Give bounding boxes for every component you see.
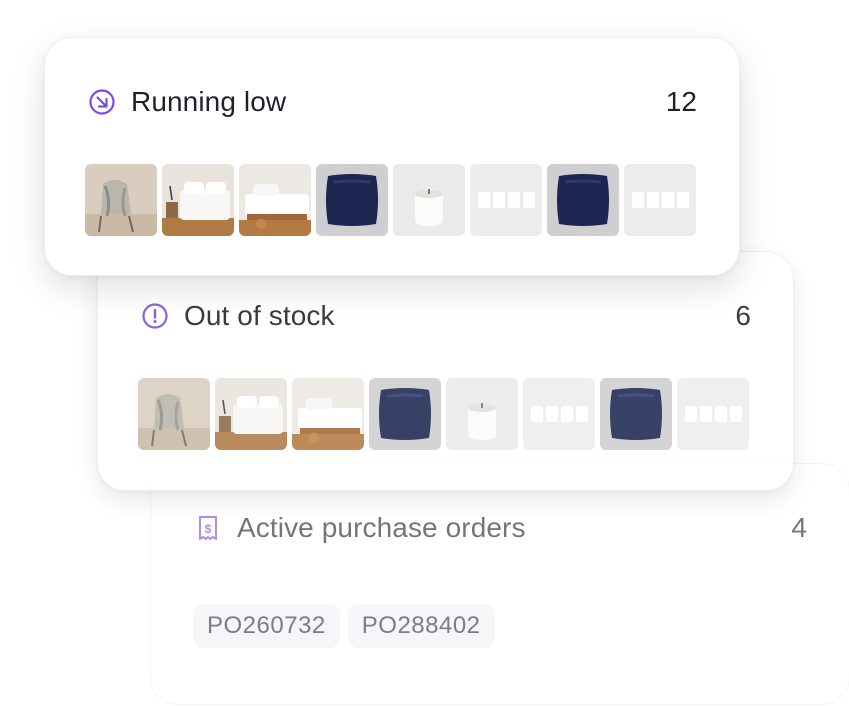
purchase-order-list: PO260732 PO288402 xyxy=(193,604,503,648)
active-purchase-orders-card[interactable]: $ Active purchase orders 4 PO260732 PO28… xyxy=(150,463,849,705)
product-thumb-white-bedding-nightstand[interactable] xyxy=(215,378,287,450)
product-thumb-candle-set[interactable] xyxy=(624,164,696,236)
card-count: 4 xyxy=(791,512,807,543)
card-title: Active purchase orders xyxy=(237,512,526,543)
product-thumb-candle-set[interactable] xyxy=(677,378,749,450)
card-header: Running low 12 xyxy=(87,84,697,120)
product-thumb-white-bed-wooden-frame[interactable] xyxy=(292,378,364,450)
product-thumb-white-bedding-nightstand[interactable] xyxy=(162,164,234,236)
product-thumb-candle-set[interactable] xyxy=(470,164,542,236)
card-title: Running low xyxy=(131,86,287,117)
inventory-cards-stack: $ Active purchase orders 4 PO260732 PO28… xyxy=(0,0,849,706)
svg-text:$: $ xyxy=(205,522,212,536)
product-thumb-white-candle[interactable] xyxy=(393,164,465,236)
product-thumbnails xyxy=(138,378,754,450)
product-thumb-navy-velvet-pillow[interactable] xyxy=(369,378,441,450)
product-thumb-navy-velvet-pillow[interactable] xyxy=(547,164,619,236)
exclamation-circle-icon xyxy=(140,301,170,331)
card-header: Out of stock 6 xyxy=(140,298,751,334)
out-of-stock-card[interactable]: Out of stock 6 xyxy=(97,251,794,491)
purchase-order-chip[interactable]: PO288402 xyxy=(347,604,495,648)
product-thumb-candle-set[interactable] xyxy=(523,378,595,450)
arrow-down-right-circle-icon xyxy=(87,87,117,117)
product-thumb-white-bed-wooden-frame[interactable] xyxy=(239,164,311,236)
product-thumb-navy-velvet-pillow[interactable] xyxy=(600,378,672,450)
product-thumb-white-candle[interactable] xyxy=(446,378,518,450)
purchase-order-chip[interactable]: PO260732 xyxy=(193,604,340,648)
card-title: Out of stock xyxy=(184,300,335,331)
product-thumb-throw-blanket-chair[interactable] xyxy=(138,378,210,450)
product-thumbnails xyxy=(85,164,701,236)
product-thumb-throw-blanket-chair[interactable] xyxy=(85,164,157,236)
running-low-card[interactable]: Running low 12 xyxy=(44,37,740,276)
card-count: 12 xyxy=(665,86,697,117)
receipt-dollar-icon: $ xyxy=(193,513,223,543)
card-count: 6 xyxy=(735,300,751,331)
card-header: $ Active purchase orders 4 xyxy=(193,510,807,546)
product-thumb-navy-velvet-pillow[interactable] xyxy=(316,164,388,236)
